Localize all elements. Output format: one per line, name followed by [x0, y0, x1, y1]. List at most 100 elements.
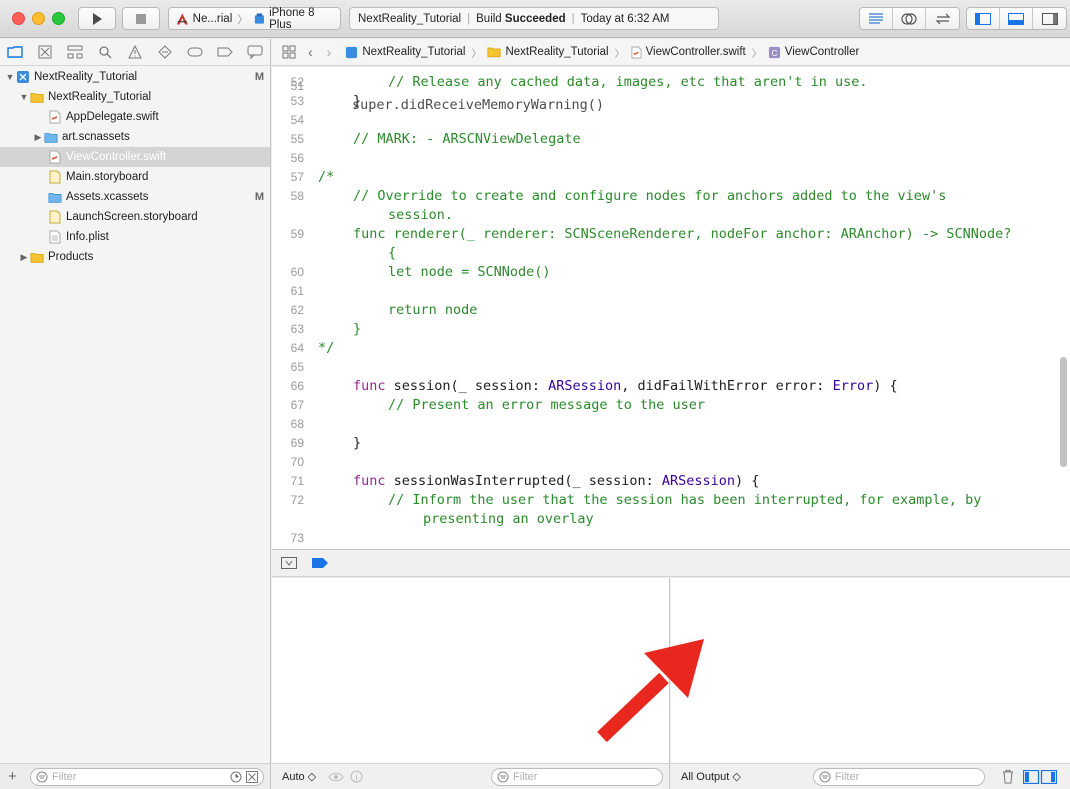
chevron-right-icon: 〉 — [751, 48, 762, 60]
disclosure-open-icon: ▼ — [5, 72, 15, 82]
code-text: */ — [318, 340, 335, 356]
tree-row-file[interactable]: LaunchScreen.storyboard — [0, 207, 270, 227]
code-line: 67 // Present an error message to the use… — [272, 396, 1052, 415]
back-arrow-icon[interactable]: ‹ — [308, 44, 313, 60]
jump-bar: ‹ › NextReality_Tutorial 〉 NextReality_T… — [272, 39, 1070, 66]
stop-button[interactable] — [122, 7, 160, 30]
code-line: 58 // Override to create and configure no… — [272, 187, 1052, 206]
zoom-window-button[interactable] — [52, 12, 65, 25]
gauge-icon — [187, 47, 203, 57]
code-line: presenting an overlay — [272, 510, 1052, 529]
line-number: 60 — [290, 265, 304, 279]
forward-arrow-icon[interactable]: › — [327, 44, 332, 60]
eye-icon[interactable] — [328, 771, 344, 783]
tree-row-file[interactable]: Info.plist — [0, 227, 270, 247]
code-token: ARSession — [548, 378, 622, 394]
console-output-select[interactable]: All Output ◇ — [681, 770, 741, 783]
line-number: 69 — [290, 436, 304, 450]
tree-item-label: Products — [48, 251, 94, 263]
close-window-button[interactable] — [12, 12, 25, 25]
tree-row-file[interactable]: Main.storyboard — [0, 167, 270, 187]
issue-navigator-tab[interactable] — [126, 43, 144, 61]
code-text: // Override to create and configure node… — [353, 188, 947, 204]
breadcrumb-group[interactable]: NextReality_Tutorial — [487, 46, 609, 58]
editor-scrollbar[interactable] — [1060, 357, 1067, 467]
code-line: 54 — [272, 111, 1052, 130]
breadcrumb-project[interactable]: NextReality_Tutorial — [345, 46, 465, 59]
assistant-editor-button[interactable] — [893, 8, 926, 29]
source-control-tab[interactable] — [36, 43, 54, 61]
toggle-utilities-button[interactable] — [1033, 8, 1066, 29]
line-number: 63 — [290, 322, 304, 336]
folder-icon — [30, 250, 44, 264]
diamond-icon — [158, 45, 172, 59]
recent-files-icon[interactable] — [230, 771, 242, 783]
source-control-filter-icon[interactable] — [246, 770, 258, 783]
variables-filter-field[interactable]: Filter — [491, 767, 663, 786]
breakpoints-toggle-icon[interactable] — [311, 557, 329, 569]
hide-debug-area-icon[interactable] — [281, 556, 297, 570]
hierarchy-icon — [67, 45, 83, 59]
toggle-navigator-button[interactable] — [967, 8, 1000, 29]
breadcrumb-file[interactable]: ViewController.swift — [631, 46, 746, 59]
related-items-icon[interactable] — [282, 45, 296, 59]
minimize-window-button[interactable] — [32, 12, 45, 25]
line-number: 65 — [290, 360, 304, 374]
tree-row-folder[interactable]: ▶ art.scnassets — [0, 127, 270, 147]
split-view-icon[interactable] — [1022, 769, 1057, 784]
code-token: session(_ session: — [385, 378, 549, 394]
tree-item-label: art.scnassets — [62, 131, 130, 143]
code-text: // Present an error message to the user — [388, 397, 705, 413]
breadcrumb-label: ViewController.swift — [645, 46, 746, 58]
breakpoint-navigator-tab[interactable] — [216, 43, 234, 61]
report-navigator-tab[interactable] — [246, 43, 264, 61]
standard-editor-button[interactable] — [860, 8, 893, 29]
disclosure-open-icon: ▼ — [19, 92, 29, 102]
find-navigator-tab[interactable] — [96, 43, 114, 61]
run-button[interactable] — [78, 7, 116, 30]
line-number: 55 — [290, 132, 304, 146]
info-icon[interactable] — [350, 770, 363, 783]
swift-file-icon — [48, 150, 62, 164]
disclosure-closed-icon: ▶ — [20, 251, 28, 262]
modified-badge: M — [254, 191, 264, 203]
code-text: // MARK: - ARSCNViewDelegate — [353, 131, 581, 147]
scheme-selector[interactable]: Ne...rial 〉 iPhone 8 Plus — [168, 7, 341, 31]
code-token: ARSession — [661, 473, 736, 489]
code-line: 64 */ — [272, 339, 1052, 358]
code-token: func — [353, 378, 386, 394]
toggle-debug-area-button[interactable] — [1000, 8, 1033, 29]
swap-arrows-icon — [935, 13, 950, 24]
storyboard-file-icon — [48, 170, 62, 184]
tree-row-file[interactable]: AppDelegate.swift — [0, 107, 270, 127]
code-line: 69} — [272, 434, 1052, 453]
code-text: } — [353, 321, 362, 337]
chevron-right-icon: 〉 — [614, 48, 625, 60]
code-line: 56 — [272, 149, 1052, 168]
console-footer: All Output ◇ Filter — [671, 763, 1070, 789]
tree-row-project[interactable]: ▼ NextReality_Tutorial M — [0, 67, 270, 87]
test-navigator-tab[interactable] — [156, 43, 174, 61]
console-filter-field[interactable]: Filter — [812, 767, 985, 786]
add-icon[interactable]: + — [8, 768, 22, 785]
trash-icon[interactable] — [1001, 769, 1015, 784]
swift-file-icon — [48, 110, 62, 124]
version-editor-button[interactable] — [926, 8, 959, 29]
tree-row-file-selected[interactable]: ViewController.swift — [0, 147, 270, 167]
breadcrumb-symbol[interactable]: C ViewController — [768, 46, 859, 59]
tree-row-file[interactable]: Assets.xcassets M — [0, 187, 270, 207]
code-line: session. — [272, 206, 1052, 225]
tree-row-group[interactable]: ▼ NextReality_Tutorial — [0, 87, 270, 107]
code-token: ) { — [873, 378, 898, 394]
variables-scope-select[interactable]: Auto ◇ — [282, 770, 316, 783]
tree-row-group[interactable]: ▶ Products — [0, 247, 270, 267]
filter-placeholder: Filter — [834, 770, 860, 783]
xcode-project-icon — [346, 46, 358, 58]
debug-navigator-tab[interactable] — [186, 43, 204, 61]
symbol-navigator-tab[interactable] — [66, 43, 84, 61]
source-editor[interactable]: 51 super.didReceiveMemoryWarning() 52// … — [272, 67, 1070, 549]
project-navigator-tab[interactable] — [6, 43, 24, 61]
navigator-filter-field[interactable]: Filter — [30, 767, 264, 786]
line-number: 66 — [290, 379, 304, 393]
console-view[interactable] — [671, 578, 1070, 763]
